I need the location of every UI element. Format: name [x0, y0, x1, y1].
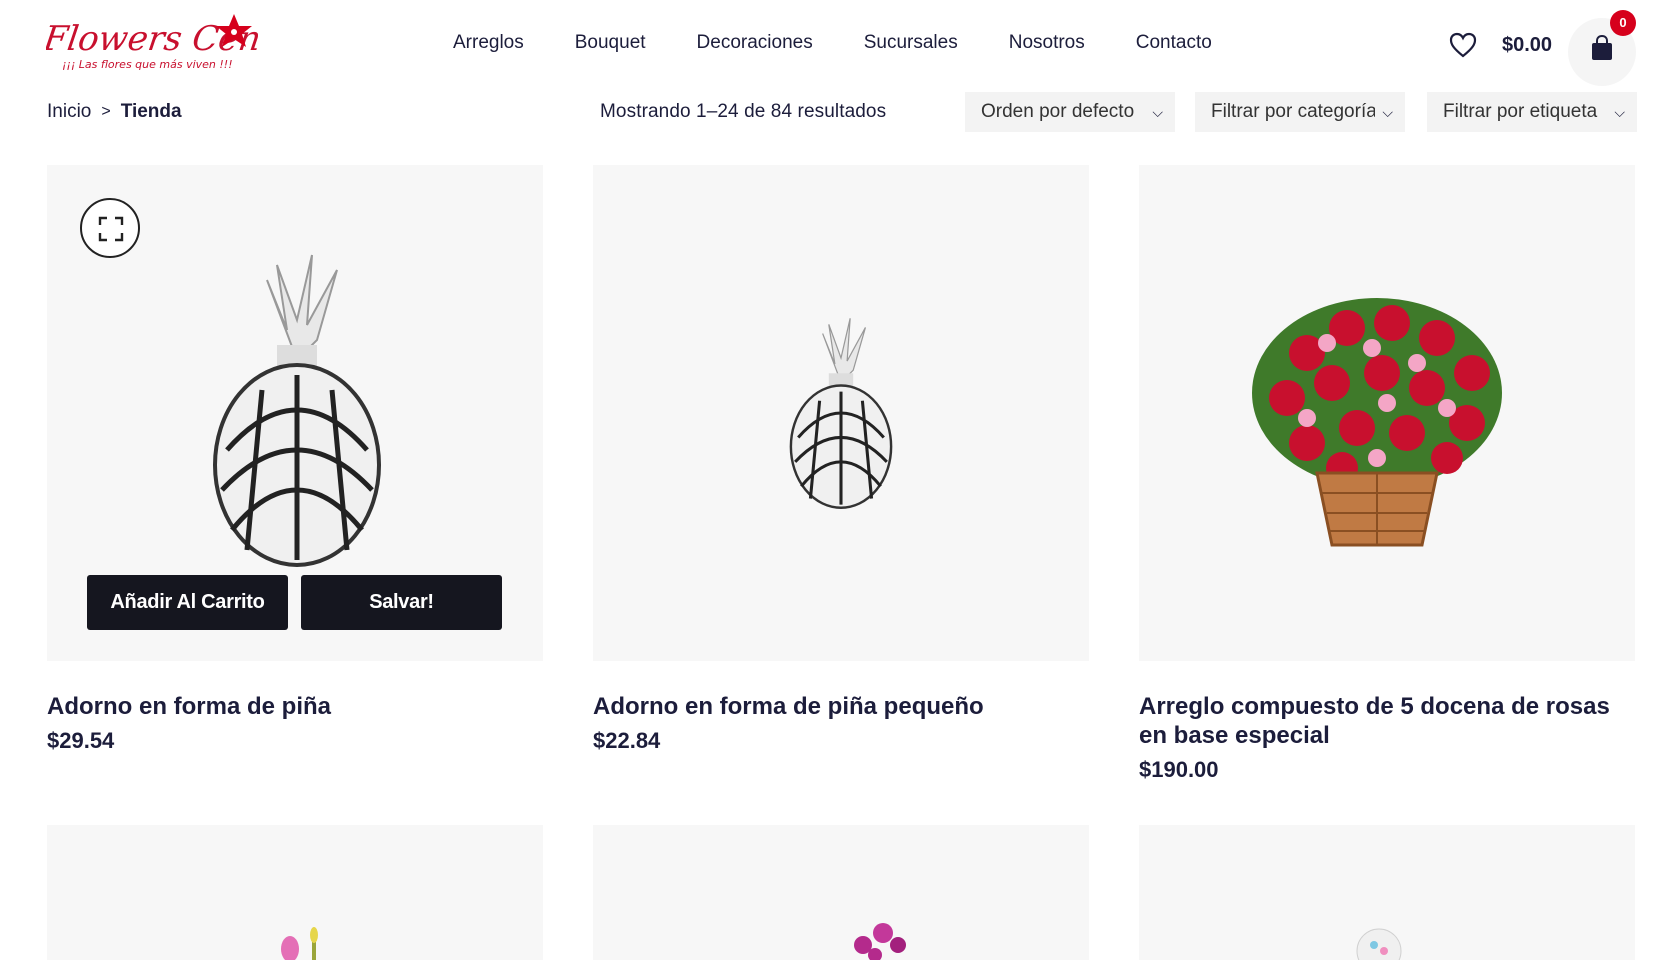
pineapple-ornament-image: [213, 254, 381, 567]
product-title[interactable]: Adorno en forma de piña: [47, 692, 547, 721]
breadcrumb: Inicio > Tienda: [47, 101, 182, 123]
add-to-cart-button[interactable]: Añadir Al Carrito: [87, 575, 288, 630]
save-button[interactable]: Salvar!: [301, 575, 502, 630]
nav-item-nosotros[interactable]: Nosotros: [1009, 32, 1085, 54]
heart-icon[interactable]: [1449, 32, 1477, 58]
product-price: $29.54: [47, 728, 115, 753]
chevron-down-icon: ⌵: [1614, 104, 1625, 120]
product-image[interactable]: [47, 825, 543, 960]
flower-image: [281, 927, 318, 960]
nav-item-contacto[interactable]: Contacto: [1136, 32, 1212, 54]
product-title[interactable]: Arreglo compuesto de 5 docena de rosas e…: [1139, 692, 1639, 750]
brand-logo[interactable]: Flowers Center ¡¡¡ Las flores que más vi…: [46, 10, 261, 80]
chevron-down-icon: ⌵: [1382, 104, 1393, 120]
nav-item-arreglos[interactable]: Arreglos: [453, 32, 524, 54]
breadcrumb-current: Tienda: [120, 101, 182, 122]
orchid-image: [854, 923, 906, 960]
cart-total[interactable]: $0.00: [1502, 34, 1552, 57]
product-image[interactable]: Añadir Al Carrito Salvar!: [47, 165, 543, 661]
expand-icon[interactable]: [80, 198, 140, 258]
tag-filter-value: Filtrar por etiqueta: [1443, 101, 1598, 122]
order-select-value: Orden por defecto: [981, 101, 1135, 122]
pineapple-ornament-image: [789, 318, 893, 509]
product-price: $22.84: [593, 728, 661, 753]
rose-basket-image: [1252, 298, 1502, 547]
shop-page: Flowers Center ¡¡¡ Las flores que más vi…: [0, 0, 1680, 960]
balloon-image: [1356, 928, 1402, 960]
breadcrumb-separator: >: [101, 103, 111, 120]
svg-text:¡¡¡ Las flores que más viven !: ¡¡¡ Las flores que más viven !!!: [62, 58, 233, 71]
tag-filter-select[interactable]: Filtrar por etiqueta ⌵: [1427, 92, 1637, 132]
breadcrumb-home[interactable]: Inicio: [47, 101, 91, 123]
nav-item-decoraciones[interactable]: Decoraciones: [697, 32, 813, 54]
nav-item-sucursales[interactable]: Sucursales: [864, 32, 958, 54]
product-image[interactable]: [1139, 165, 1635, 661]
product-image[interactable]: [593, 165, 1089, 661]
product-image[interactable]: [593, 825, 1089, 960]
product-image[interactable]: [1139, 825, 1635, 960]
order-select[interactable]: Orden por defecto ⌵: [965, 92, 1175, 132]
nav-item-bouquet[interactable]: Bouquet: [575, 32, 646, 54]
main-nav: Arreglos Bouquet Decoraciones Sucursales…: [453, 32, 1263, 54]
chevron-down-icon: ⌵: [1152, 104, 1163, 120]
header-actions: $0.00 0: [1440, 10, 1640, 86]
product-title[interactable]: Adorno en forma de piña pequeño: [593, 692, 1093, 721]
results-count: Mostrando 1–24 de 84 resultados: [600, 101, 887, 122]
category-filter-value: Filtrar por categoría: [1211, 101, 1375, 122]
shopping-bag-icon: [1592, 35, 1612, 60]
product-price: $190.00: [1139, 757, 1219, 782]
cart-count-badge: 0: [1610, 10, 1636, 36]
category-filter-select[interactable]: Filtrar por categoría ⌵: [1195, 92, 1405, 132]
